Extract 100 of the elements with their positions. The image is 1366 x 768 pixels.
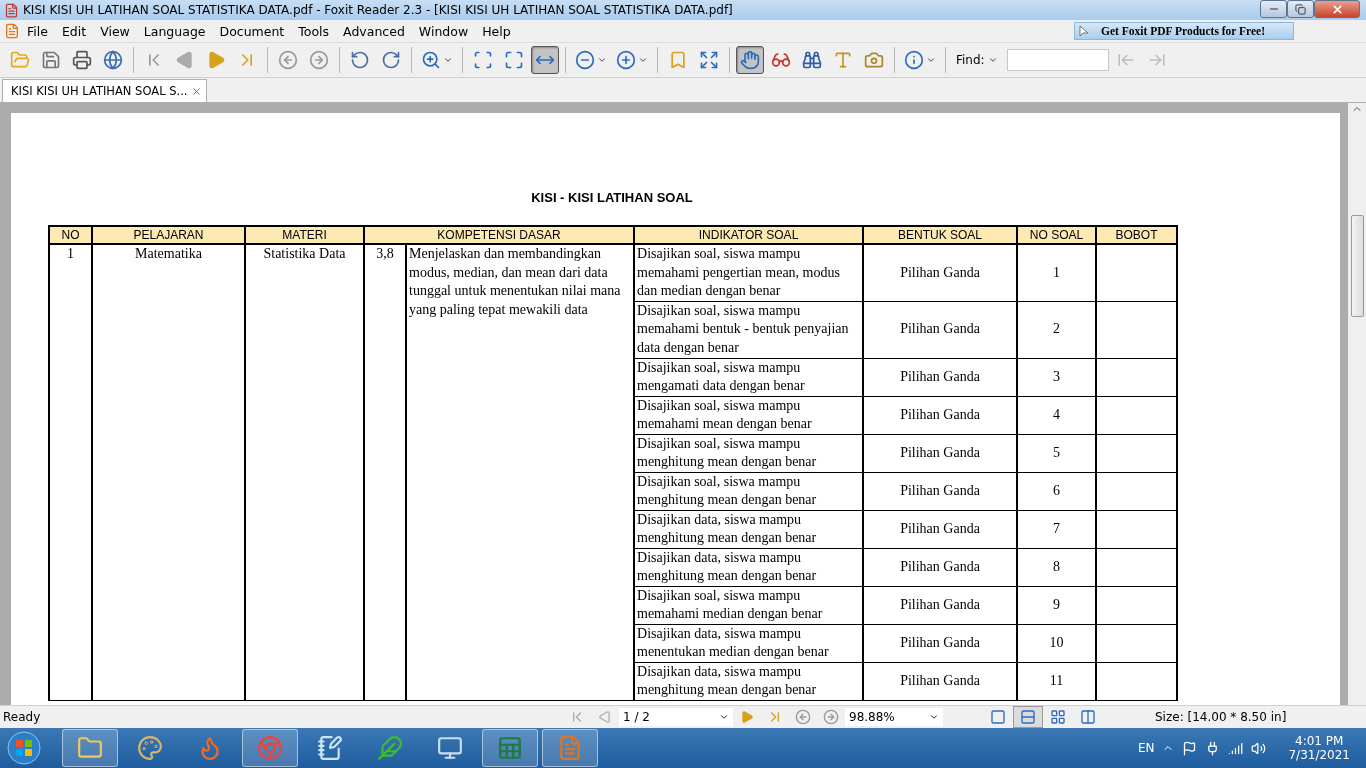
menu-item[interactable]: Language: [136, 23, 213, 39]
forward-icon: [309, 50, 329, 70]
app-icon: [4, 23, 20, 39]
feather-icon: [377, 735, 403, 761]
menu-item[interactable]: Window: [411, 23, 476, 39]
caret-icon: [929, 712, 939, 722]
menu-item[interactable]: Document: [212, 23, 292, 39]
table-cell: 4: [1017, 396, 1096, 434]
column-header: BENTUK SOAL: [863, 226, 1017, 244]
find-field[interactable]: [1006, 49, 1109, 71]
forward-icon: [823, 709, 839, 725]
menu-item[interactable]: Tools: [291, 23, 337, 39]
flag-icon[interactable]: [1182, 740, 1198, 756]
table-cell: Pilihan Ganda: [863, 624, 1017, 662]
menu-item[interactable]: Help: [475, 23, 518, 39]
table-cell: 1: [1017, 244, 1096, 301]
column-header: PELAJARAN: [92, 226, 245, 244]
scrollbar[interactable]: [1348, 103, 1366, 705]
find-previous-icon: [1116, 51, 1135, 69]
promo-button[interactable]: Get Foxit PDF Products for Free!: [1074, 22, 1294, 40]
taskbar-app-button[interactable]: [482, 729, 538, 767]
caret-icon: [597, 55, 607, 65]
menu-item[interactable]: Advanced: [336, 23, 412, 39]
table-cell: Disajikan data, siswa mampu menentukan median dengan benar: [634, 624, 863, 662]
full-screen-icon: [699, 50, 719, 70]
column-header: INDIKATOR SOAL: [634, 226, 863, 244]
table-cell: Disajikan soal, siswa mampu memahami pengertian mean, modus dan median dengan benar: [634, 244, 863, 301]
page-field[interactable]: 1 / 2: [619, 708, 733, 726]
table-cell: Disajikan soal, siswa mampu menghitung mean dengan benar: [634, 472, 863, 510]
table-cell: Menjelaskan dan membandingkan modus, median, dan mean dari data tunggal untuk menentukan nilai mana yang paling tepat mewakili data: [406, 244, 634, 700]
table-cell: Pilihan Ganda: [863, 434, 1017, 472]
facing-icon: [1050, 709, 1066, 725]
taskbar-app-button[interactable]: [542, 729, 598, 767]
table-cell: 9: [1017, 586, 1096, 624]
dropdown-caret-icon[interactable]: [987, 55, 998, 65]
printer-icon: [72, 50, 92, 70]
rotate-left-icon: [350, 50, 370, 70]
table-cell: 6: [1017, 472, 1096, 510]
table-cell: 7: [1017, 510, 1096, 548]
language-indicator[interactable]: EN: [1137, 741, 1155, 755]
taskbar-app-button[interactable]: [242, 729, 298, 767]
signal-icon[interactable]: [1228, 740, 1244, 756]
fit-page-icon: [504, 50, 524, 70]
previous-page-icon: [175, 50, 195, 70]
table-cell: Disajikan soal, siswa mampu menghitung mean dengan benar: [634, 434, 863, 472]
bookmark-icon: [668, 50, 688, 70]
page-size-text: Size: [14.00 * 8.50 in]: [1155, 710, 1287, 724]
hand-icon: [740, 50, 760, 70]
document-tab[interactable]: KISI KISI UH LATIHAN SOAL S...: [2, 79, 208, 102]
table-cell: Pilihan Ganda: [863, 358, 1017, 396]
table-cell: Pilihan Ganda: [863, 548, 1017, 586]
table-cell: 11: [1017, 662, 1096, 700]
table-cell: Disajikan soal, siswa mampu mengamati data dengan benar: [634, 358, 863, 396]
monitor-icon: [437, 735, 463, 761]
table-cell: Statistika Data: [245, 244, 364, 700]
table-cell: 5: [1017, 434, 1096, 472]
table-cell: 10: [1017, 624, 1096, 662]
two-page-icon: [1080, 709, 1096, 725]
table-cell: Pilihan Ganda: [863, 510, 1017, 548]
table-cell: Disajikan data, siswa mampu menghitung mean dengan benar: [634, 510, 863, 548]
table-cell: 3,8: [364, 244, 406, 700]
minimize-button[interactable]: [1260, 0, 1287, 18]
next-page-icon: [740, 710, 754, 724]
menu-item[interactable]: File: [20, 23, 55, 39]
table-cell: 1: [49, 244, 92, 700]
table-cell: Disajikan soal, siswa mampu memahami median dengan benar: [634, 586, 863, 624]
text-select-icon: [833, 50, 853, 70]
table-cell: Pilihan Ganda: [863, 244, 1017, 301]
globe-icon: [103, 50, 123, 70]
menu-item[interactable]: View: [93, 23, 137, 39]
fit-width-button[interactable]: [531, 46, 559, 74]
clock-time[interactable]: 4:01 PM: [1295, 734, 1344, 748]
zoom-in-icon: [616, 50, 636, 70]
glasses-icon: [771, 50, 791, 70]
close-button[interactable]: [1314, 0, 1360, 18]
windows-logo-icon: [6, 730, 42, 766]
status-text: Ready: [2, 710, 42, 724]
close-icon[interactable]: [191, 85, 203, 97]
scroll-thumb[interactable]: [1350, 215, 1364, 317]
clock-date[interactable]: 7/31/2021: [1288, 748, 1350, 762]
column-header: NO: [49, 226, 92, 244]
volume-icon[interactable]: [1251, 740, 1267, 756]
caret-icon: [926, 55, 936, 65]
start-button[interactable]: [4, 729, 44, 767]
zoom-out-icon: [575, 50, 595, 70]
notepad-icon: [317, 735, 343, 761]
menu-item[interactable]: Edit: [54, 23, 94, 39]
table-cell: Disajikan data, siswa mampu menghitung mean dengan benar: [634, 548, 863, 586]
caret-icon: [443, 55, 453, 65]
table-cell: Pilihan Ganda: [863, 472, 1017, 510]
zoom-field[interactable]: 98.88%: [845, 708, 943, 726]
chrome-icon: [257, 735, 283, 761]
table-cell: 8: [1017, 548, 1096, 586]
table-cell: 3: [1017, 358, 1096, 396]
continuous-button[interactable]: [1013, 706, 1043, 728]
restore-icon: [1295, 3, 1306, 15]
hand-button[interactable]: [736, 46, 764, 74]
taskbar-app-button[interactable]: [62, 729, 118, 767]
app-icon: [4, 2, 19, 18]
restore-button[interactable]: [1287, 0, 1314, 18]
